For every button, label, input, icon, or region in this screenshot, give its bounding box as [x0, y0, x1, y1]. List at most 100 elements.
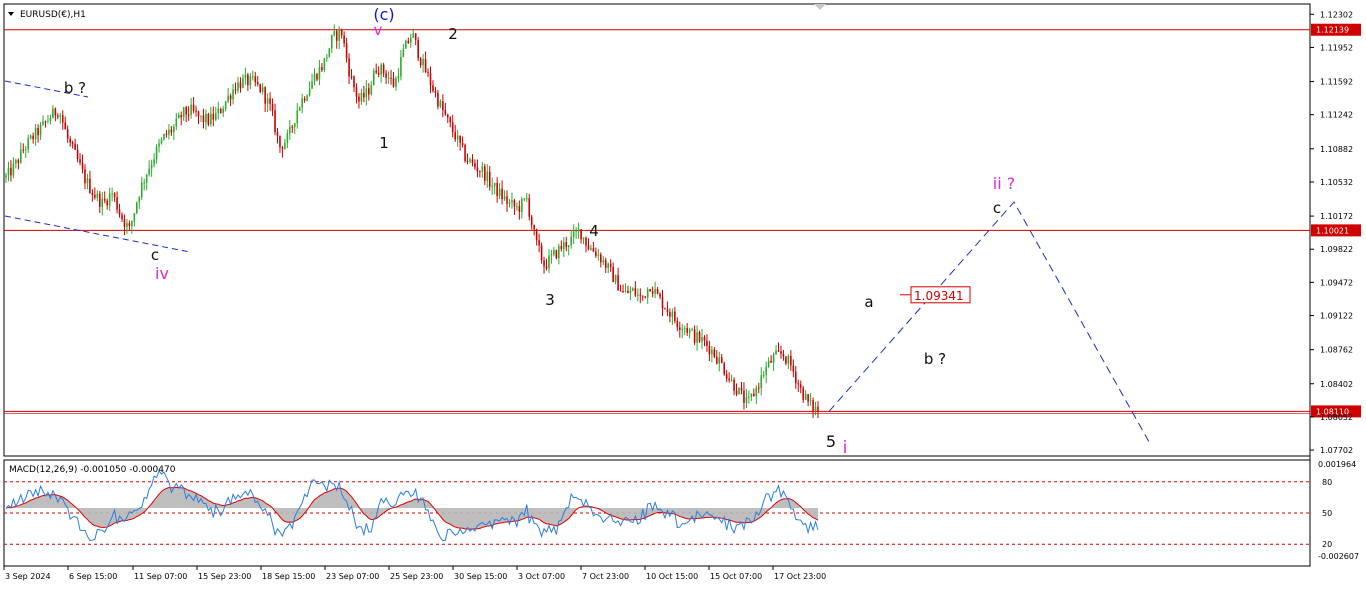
- candle-body: [422, 59, 424, 66]
- candle-body: [49, 118, 52, 121]
- candle-body: [807, 394, 809, 402]
- candle-body: [718, 357, 721, 364]
- level-price-label: 1.10021: [1316, 226, 1349, 235]
- candle-body: [323, 58, 326, 71]
- candle-body: [506, 196, 508, 204]
- candle-body: [755, 387, 758, 397]
- candle-body: [735, 390, 738, 395]
- candle-body: [103, 198, 106, 201]
- candle-body: [691, 329, 693, 331]
- price-tick-label: 1.11592: [1320, 78, 1353, 87]
- candle-body: [516, 206, 518, 208]
- candle-body: [548, 255, 550, 269]
- candle-body: [155, 146, 158, 160]
- candle-body: [637, 294, 639, 296]
- candle-body: [61, 114, 64, 123]
- candle-body: [338, 29, 340, 41]
- candle-body: [693, 329, 696, 343]
- candle-body: [555, 250, 558, 259]
- candle-body: [370, 85, 373, 95]
- candle-body: [498, 188, 501, 197]
- candle-body: [782, 353, 785, 357]
- candle-body: [671, 311, 674, 317]
- candle-body: [417, 40, 419, 59]
- candle-body: [565, 242, 568, 248]
- candle-body: [661, 296, 664, 309]
- candle-body: [713, 349, 716, 357]
- candle-body: [577, 229, 580, 232]
- candle-body: [210, 113, 212, 125]
- candle-body: [279, 135, 281, 148]
- candle-body: [293, 123, 296, 127]
- candle-body: [701, 337, 703, 342]
- candle-body: [311, 81, 313, 89]
- candle-body: [644, 296, 647, 298]
- candle-body: [790, 355, 792, 366]
- candle-body: [271, 103, 274, 111]
- candle-body: [688, 329, 691, 333]
- candle-body: [217, 108, 220, 113]
- candle-body: [481, 166, 484, 172]
- time-tick-label: 23 Sep 07:00: [326, 572, 379, 581]
- candle-body: [264, 87, 266, 104]
- price-tick-label: 1.12302: [1320, 10, 1353, 19]
- candle-body: [767, 360, 770, 367]
- candle-body: [750, 393, 753, 397]
- candle-body: [762, 374, 765, 376]
- candle-body: [587, 245, 590, 250]
- candle-body: [123, 219, 126, 227]
- candle-body: [654, 289, 656, 294]
- candle-body: [173, 126, 175, 133]
- candle-body: [350, 76, 353, 78]
- wave-label-10: 5: [826, 432, 836, 451]
- candle-body: [289, 126, 291, 134]
- wave-label-9: 3: [545, 291, 555, 309]
- candle-body: [239, 82, 242, 88]
- candle-body: [34, 127, 37, 140]
- candle-body: [222, 108, 224, 113]
- candle-body: [133, 213, 136, 222]
- candle-body: [479, 171, 481, 173]
- candle-body: [86, 178, 89, 184]
- candle-body: [274, 110, 276, 133]
- candle-body: [664, 308, 666, 310]
- chart-canvas[interactable]: EURUSD(€),H1 1.121391.100211.08110 1.093…: [0, 0, 1366, 588]
- candle-body: [535, 229, 538, 241]
- candle-body: [649, 289, 651, 292]
- candle-body: [7, 167, 10, 176]
- candle-body: [29, 135, 32, 139]
- candle-body: [353, 76, 355, 88]
- candle-body: [698, 332, 701, 342]
- candle-body: [64, 122, 67, 130]
- candle-body: [780, 351, 782, 354]
- candle-body: [641, 295, 644, 297]
- candle-body: [202, 115, 205, 123]
- macd-scale-label: 80: [1322, 478, 1332, 487]
- candle-body: [444, 110, 447, 115]
- candle-body: [595, 251, 597, 256]
- candle-body: [254, 76, 257, 83]
- candle-body: [326, 57, 328, 59]
- candle-body: [622, 291, 624, 293]
- time-tick-label: 15 Sep 23:00: [198, 572, 251, 581]
- candle-body: [39, 124, 42, 136]
- wave-label-2: v: [374, 21, 383, 39]
- candle-body: [365, 88, 368, 98]
- candle-body: [224, 101, 227, 109]
- candle-body: [464, 144, 466, 162]
- candle-body: [812, 400, 814, 411]
- candle-body: [508, 202, 511, 204]
- candle-body: [777, 350, 780, 352]
- candle-body: [407, 40, 410, 44]
- wave-label-12: a: [864, 293, 873, 311]
- candle-body: [308, 88, 311, 96]
- candle-body: [392, 78, 395, 87]
- candle-body: [44, 121, 47, 123]
- candle-body: [397, 76, 400, 79]
- candle-body: [442, 101, 444, 111]
- wave-label-7: iv: [155, 264, 169, 283]
- time-tick-label: 17 Oct 23:00: [774, 572, 826, 581]
- candle-body: [748, 396, 750, 398]
- candle-body: [24, 149, 27, 151]
- candle-body: [792, 365, 795, 372]
